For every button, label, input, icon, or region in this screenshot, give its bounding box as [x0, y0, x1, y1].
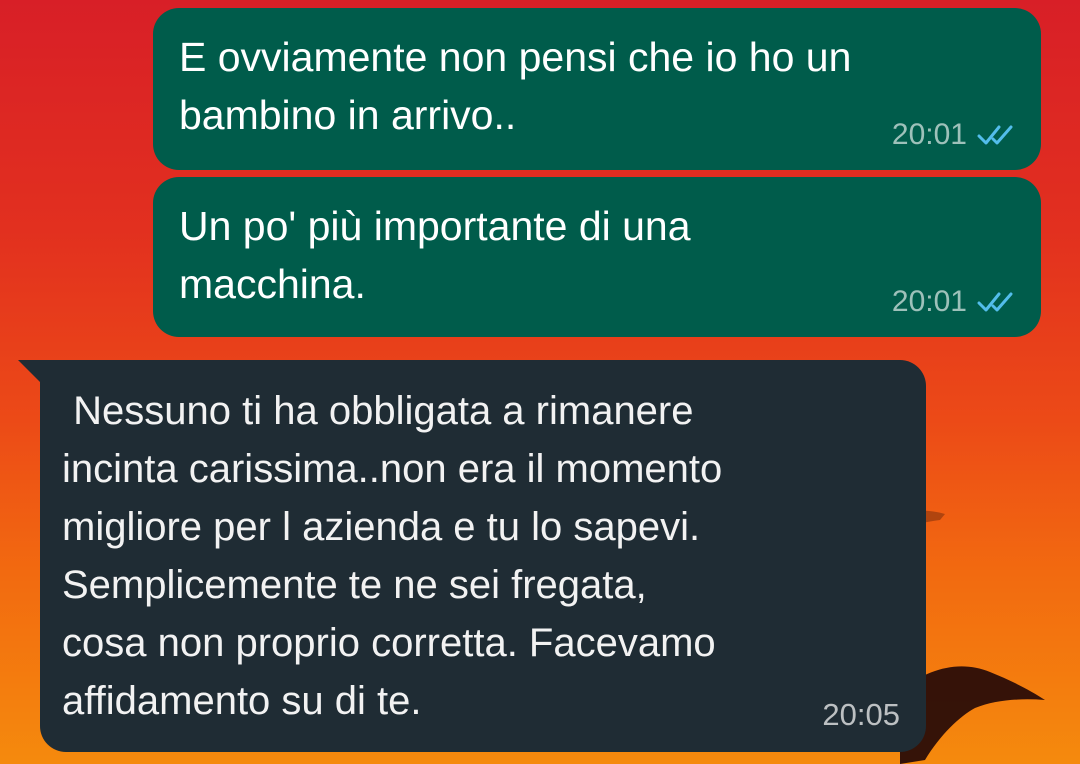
message-time: 20:01 [891, 118, 967, 151]
double-check-read-icon [977, 124, 1017, 146]
message-meta: 20:05 [822, 698, 900, 732]
outgoing-message-bubble[interactable]: E ovviamente non pensi che io ho un bamb… [153, 8, 1041, 170]
message-meta: 20:01 [892, 285, 1017, 319]
incoming-bubble-tail [18, 360, 42, 384]
message-text: Nessuno ti ha obbligata a rimanere incin… [62, 389, 723, 723]
outgoing-message-bubble[interactable]: Un po' più importante di una macchina. 2… [153, 177, 1041, 337]
incoming-message-bubble[interactable]: Nessuno ti ha obbligata a rimanere incin… [40, 360, 926, 752]
message-time: 20:01 [891, 285, 967, 318]
message-meta: 20:01 [892, 118, 1017, 152]
double-check-read-icon [977, 291, 1017, 313]
message-time: 20:05 [822, 697, 900, 732]
